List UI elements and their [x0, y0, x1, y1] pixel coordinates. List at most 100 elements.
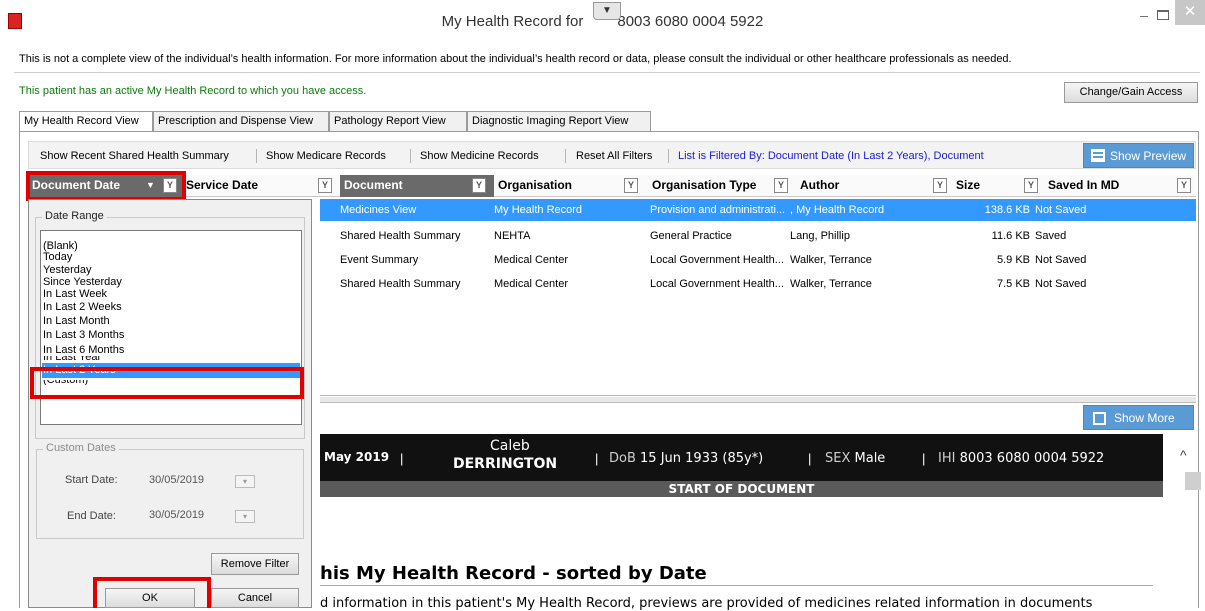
- column-label: Organisation: [498, 178, 573, 192]
- cell-organisation: NEHTA: [494, 230, 531, 242]
- filter-funnel-icon[interactable]: Y: [318, 178, 332, 193]
- table-row[interactable]: Shared Health Summary Medical Center Loc…: [320, 273, 1196, 295]
- tab-my-health-record-view[interactable]: My Health Record View: [19, 111, 153, 132]
- grid-empty-area: [320, 296, 1196, 396]
- table-row[interactable]: Shared Health Summary NEHTA General Prac…: [320, 225, 1196, 247]
- column-size[interactable]: Size Y: [952, 175, 1044, 197]
- cell-document: Shared Health Summary: [340, 278, 461, 290]
- cell-document: Shared Health Summary: [340, 230, 461, 242]
- column-label: Organisation Type: [652, 178, 757, 192]
- start-of-document-label: START OF DOCUMENT: [320, 481, 1163, 497]
- date-range-legend: Date Range: [42, 210, 107, 222]
- cell-author: Walker, Terrance: [790, 278, 872, 290]
- cell-author: Lang, Phillip: [790, 230, 850, 242]
- window-title-label: My Health Record for: [441, 13, 584, 30]
- cell-saved: Saved: [1035, 230, 1067, 242]
- close-button[interactable]: ✕: [1175, 0, 1205, 25]
- list-item[interactable]: Yesterday: [43, 265, 92, 276]
- cell-size: 5.9 KB: [996, 254, 1030, 266]
- dob-field: DoB 15 Jun 1933 (85y*): [609, 451, 763, 466]
- list-item[interactable]: In Last 2 Weeks: [43, 302, 122, 313]
- patient-last-name: DERRINGTON: [453, 456, 558, 472]
- list-item[interactable]: In Last 3 Months: [43, 330, 124, 341]
- minimize-button[interactable]: –: [1136, 8, 1152, 22]
- list-item[interactable]: Since Yesterday: [43, 277, 122, 288]
- table-row[interactable]: Event Summary Medical Center Local Gover…: [320, 249, 1196, 271]
- reset-all-filters-link[interactable]: Reset All Filters: [576, 150, 652, 162]
- title-dropdown-button[interactable]: ▼: [593, 2, 621, 20]
- cell-author: Walker, Terrance: [790, 254, 872, 266]
- document-patient-banner: May 2019 | Caleb DERRINGTON | DoB 15 Jun…: [320, 434, 1163, 481]
- cancel-button[interactable]: Cancel: [211, 588, 299, 608]
- highlight-selected-option: [30, 367, 304, 399]
- toolbar-separator: [410, 149, 411, 163]
- calendar-dropdown-icon[interactable]: ▾: [235, 510, 255, 523]
- expand-icon: [1093, 412, 1106, 425]
- show-more-label: Show More: [1114, 411, 1175, 425]
- list-item-clipped[interactable]: In Last Year: [43, 356, 101, 362]
- table-row[interactable]: Medicines View My Health Record Provisio…: [320, 199, 1196, 221]
- cell-size: 7.5 KB: [996, 278, 1030, 290]
- list-item[interactable]: In Last Week: [43, 289, 107, 300]
- filter-funnel-icon[interactable]: Y: [1024, 178, 1038, 193]
- show-preview-label: Show Preview: [1110, 149, 1187, 163]
- cell-document: Medicines View: [340, 204, 417, 216]
- patient-first-name: Caleb: [490, 438, 530, 454]
- show-preview-button[interactable]: Show Preview: [1083, 143, 1194, 168]
- highlight-ok-button: [93, 577, 211, 608]
- disclaimer-notice: This is not a complete view of the indiv…: [19, 53, 1012, 65]
- column-service-date[interactable]: Service Date Y: [182, 175, 340, 197]
- column-organisation-type[interactable]: Organisation Type Y: [648, 175, 796, 197]
- cell-size: 138.6 KB: [984, 204, 1030, 216]
- start-date-input[interactable]: 30/05/2019: [147, 469, 247, 491]
- filter-funnel-icon[interactable]: Y: [933, 178, 947, 193]
- banner-separator: |: [595, 451, 599, 466]
- column-document[interactable]: Document Y: [340, 175, 494, 197]
- start-date-label: Start Date:: [65, 474, 118, 486]
- ihi-label: IHI: [938, 451, 956, 466]
- show-medicine-records-link[interactable]: Show Medicine Records: [420, 150, 539, 162]
- cell-organisation-type: General Practice: [650, 230, 732, 242]
- maximize-button[interactable]: [1157, 10, 1169, 20]
- tab-diagnostic-imaging-report-view[interactable]: Diagnostic Imaging Report View: [467, 111, 651, 131]
- banner-separator: |: [400, 451, 404, 466]
- show-recent-shared-health-summary-link[interactable]: Show Recent Shared Health Summary: [40, 150, 229, 162]
- tab-pathology-report-view[interactable]: Pathology Report View: [329, 111, 467, 131]
- filter-funnel-icon[interactable]: Y: [472, 178, 486, 193]
- toolbar-separator: [668, 149, 669, 163]
- cell-saved: Not Saved: [1035, 278, 1087, 290]
- filter-funnel-icon[interactable]: Y: [774, 178, 788, 193]
- document-rule: [320, 585, 1153, 586]
- highlight-document-date-column: [26, 171, 186, 201]
- pane-splitter[interactable]: [320, 397, 1196, 403]
- show-medicare-records-link[interactable]: Show Medicare Records: [266, 150, 386, 162]
- date-filter-popup: Date Range (Blank) Today Yesterday Since…: [28, 199, 312, 608]
- sex-value: Male: [854, 451, 886, 466]
- cell-saved: Not Saved: [1035, 254, 1087, 266]
- tab-prescription-dispense-view[interactable]: Prescription and Dispense View: [153, 111, 329, 131]
- scrollbar-thumb[interactable]: [1185, 472, 1201, 490]
- scroll-up-icon[interactable]: ^: [1180, 447, 1187, 463]
- end-date-label: End Date:: [67, 510, 116, 522]
- filter-funnel-icon[interactable]: Y: [624, 178, 638, 193]
- column-author[interactable]: Author Y: [796, 175, 952, 197]
- date-range-group: Date Range (Blank) Today Yesterday Since…: [35, 210, 305, 439]
- document-date: May 2019: [324, 450, 390, 464]
- toolbar-separator: [565, 149, 566, 163]
- list-item[interactable]: In Last 6 Months: [43, 345, 124, 356]
- grid-header: Document Date ▼ Y Service Date Y Document Y …: [28, 175, 1196, 197]
- column-label: Document: [344, 178, 403, 192]
- column-label: Saved In MD: [1048, 178, 1120, 192]
- end-date-input[interactable]: 30/05/2019: [147, 504, 247, 526]
- show-more-button[interactable]: Show More: [1083, 405, 1194, 430]
- column-saved-in-md[interactable]: Saved In MD Y: [1044, 175, 1196, 197]
- toolbar-separator: [256, 149, 257, 163]
- remove-filter-button[interactable]: Remove Filter: [211, 553, 299, 575]
- list-item[interactable]: In Last Month: [43, 316, 110, 327]
- column-label: Size: [956, 178, 981, 192]
- filter-funnel-icon[interactable]: Y: [1177, 178, 1191, 193]
- calendar-dropdown-icon[interactable]: ▾: [235, 475, 255, 488]
- change-gain-access-button[interactable]: Change/Gain Access: [1064, 82, 1198, 103]
- column-organisation[interactable]: Organisation Y: [494, 175, 648, 197]
- list-item[interactable]: Today: [43, 252, 72, 263]
